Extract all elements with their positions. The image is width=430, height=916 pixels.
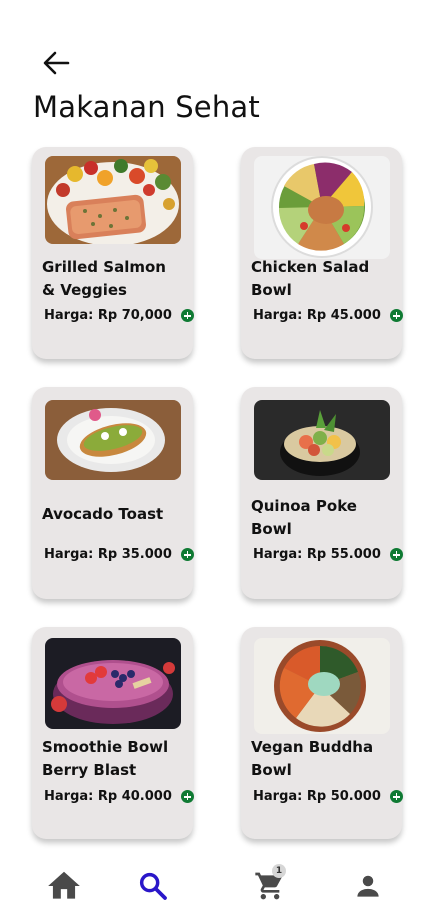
add-to-cart-button[interactable] xyxy=(180,548,194,561)
product-price: Harga: Rp 45.000 xyxy=(253,308,381,323)
product-image xyxy=(45,400,181,480)
product-image xyxy=(254,400,390,480)
profile-icon xyxy=(357,875,379,897)
page-title: Makanan Sehat xyxy=(33,90,260,124)
add-to-cart-button[interactable] xyxy=(180,309,194,322)
bottom-nav: 1 xyxy=(0,856,430,916)
product-name: Avocado Toast xyxy=(42,505,164,523)
product-card[interactable]: Smoothie Bowl Berry Blast Harga: Rp 40.0… xyxy=(32,627,194,839)
product-price: Harga: Rp 35.000 xyxy=(44,547,172,562)
product-card[interactable]: Vegan Buddha Bowl Harga: Rp 50.000 xyxy=(241,627,403,839)
product-price: Harga: Rp 55.000 xyxy=(253,547,381,562)
home-icon xyxy=(48,871,80,899)
product-image xyxy=(254,638,390,734)
product-name: Smoothie Bowl Berry Blast xyxy=(42,738,169,779)
product-name: Vegan Buddha Bowl xyxy=(251,738,374,779)
product-image xyxy=(45,156,181,244)
product-name: Grilled Salmon & Veggies xyxy=(42,258,166,299)
product-card[interactable]: Chicken Salad Bowl Harga: Rp 45.000 xyxy=(241,147,403,359)
add-to-cart-button[interactable] xyxy=(180,790,194,803)
product-name: Chicken Salad Bowl xyxy=(251,258,370,299)
product-card[interactable]: Avocado Toast Harga: Rp 35.000 xyxy=(32,387,194,599)
nav-profile[interactable] xyxy=(348,866,388,906)
nav-search[interactable] xyxy=(133,866,173,906)
cart-count-badge: 1 xyxy=(272,864,286,878)
add-to-cart-button[interactable] xyxy=(389,790,403,803)
arrow-left-icon xyxy=(43,51,70,75)
product-image xyxy=(45,638,181,729)
nav-cart[interactable]: 1 xyxy=(250,864,290,906)
back-button[interactable] xyxy=(38,46,74,82)
product-name: Quinoa Poke Bowl xyxy=(251,497,357,538)
add-to-cart-button[interactable] xyxy=(389,548,403,561)
product-image xyxy=(254,156,390,259)
search-icon xyxy=(139,872,167,900)
product-price: Harga: Rp 70,000 xyxy=(44,308,172,323)
product-price: Harga: Rp 50.000 xyxy=(253,789,381,804)
product-card[interactable]: Grilled Salmon & Veggies Harga: Rp 70,00… xyxy=(32,147,194,359)
add-to-cart-button[interactable] xyxy=(389,309,403,322)
nav-home[interactable] xyxy=(44,866,84,906)
product-price: Harga: Rp 40.000 xyxy=(44,789,172,804)
product-card[interactable]: Quinoa Poke Bowl Harga: Rp 55.000 xyxy=(241,387,403,599)
